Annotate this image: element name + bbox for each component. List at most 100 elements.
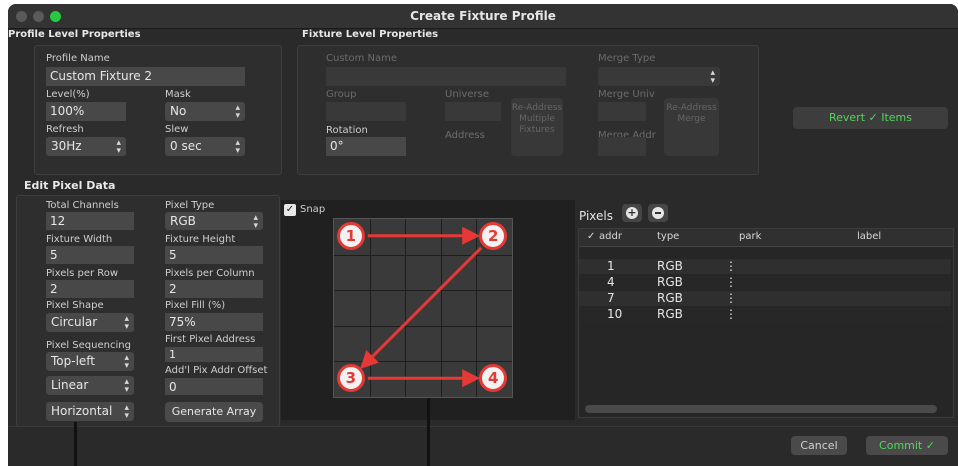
type-cell: RGB xyxy=(657,275,683,289)
snap-text: Snap xyxy=(300,204,326,215)
address-field[interactable] xyxy=(445,137,501,156)
cancel-button[interactable]: Cancel xyxy=(791,436,847,455)
table-row[interactable]: 1 RGB ⋮ xyxy=(579,259,951,274)
col-type[interactable]: type xyxy=(657,231,679,242)
level-field[interactable]: 100% xyxy=(46,102,126,121)
up-down-chevron-icon: ▴ ▾ xyxy=(253,213,258,231)
type-cell: RGB xyxy=(657,259,683,273)
pixels-title: Pixels xyxy=(579,209,614,223)
refresh-value: 30Hz xyxy=(51,139,82,153)
sequencing-mode-value: Linear xyxy=(51,378,89,392)
group-label: Group xyxy=(326,89,357,100)
commit-button[interactable]: Commit ✓ xyxy=(866,436,948,455)
snap-check-icon: ✓ xyxy=(284,204,296,216)
pixel-badge-2[interactable]: 2 xyxy=(479,221,508,250)
pixels-per-column-field[interactable]: 2 xyxy=(165,280,263,298)
fixture-height-field[interactable]: 5 xyxy=(165,246,263,264)
merge-univ-field[interactable] xyxy=(598,102,646,121)
pixel-type-select[interactable]: RGB ▴ ▾ xyxy=(165,212,263,231)
rotation-field[interactable]: 0° xyxy=(326,137,406,156)
readdress-multiple-button[interactable]: Re-Address Multiple Fixtures xyxy=(511,98,563,156)
add-pixel-button[interactable]: + xyxy=(622,204,642,222)
pixels-table: ✓ addr type park label 1 RGB ⋮ 4 RGB ⋮ 7 RGB ⋮ 10… xyxy=(578,228,954,418)
pixels-table-header: ✓ addr type park label xyxy=(579,229,953,247)
mask-value: No xyxy=(170,104,187,118)
create-fixture-profile-window: Create Fixture Profile Profile Level Pro… xyxy=(8,4,958,466)
plus-circle-icon: + xyxy=(626,206,638,219)
type-cell: RGB xyxy=(657,307,683,321)
table-row[interactable]: 10 RGB ⋮ xyxy=(579,307,951,322)
revert-items-label: Revert ✓ Items xyxy=(828,111,912,124)
col-check[interactable]: ✓ xyxy=(587,231,595,242)
mask-label: Mask xyxy=(165,89,191,100)
up-down-chevron-icon: ▴ ▾ xyxy=(235,138,240,156)
fixture-height-label: Fixture Height xyxy=(165,234,236,245)
total-channels-field[interactable]: 12 xyxy=(46,212,134,230)
merge-addr-field[interactable] xyxy=(598,137,646,156)
type-stepper-icon[interactable]: ⋮ xyxy=(725,291,737,305)
up-down-chevron-icon: ▴ ▾ xyxy=(116,138,121,156)
pixel-shape-value: Circular xyxy=(51,315,98,329)
col-addr[interactable]: addr xyxy=(599,231,622,242)
type-cell: RGB xyxy=(657,291,683,305)
pixel-badge-4[interactable]: 4 xyxy=(479,364,508,393)
pixel-badge-1[interactable]: 1 xyxy=(336,221,365,250)
addr-cell: 10 xyxy=(607,307,623,321)
up-down-chevron-icon: ▴ ▾ xyxy=(124,353,129,371)
slew-select[interactable]: 0 sec ▴ ▾ xyxy=(165,137,245,156)
group-field[interactable] xyxy=(326,102,406,121)
addl-offset-field[interactable]: 0 xyxy=(165,378,263,395)
pixel-fill-field[interactable]: 75% xyxy=(165,313,263,331)
mask-select[interactable]: No ▴ ▾ xyxy=(165,102,245,121)
pixel-sequencing-select[interactable]: Top-left ▴ ▾ xyxy=(46,352,134,371)
edit-pixel-data-title: Edit Pixel Data xyxy=(24,179,116,192)
up-down-chevron-icon: ▴ ▾ xyxy=(235,103,240,121)
profile-name-field[interactable]: Custom Fixture 2 xyxy=(46,67,245,86)
refresh-select[interactable]: 30Hz ▴ ▾ xyxy=(46,137,126,156)
total-channels-label: Total Channels xyxy=(46,200,119,211)
addr-cell: 7 xyxy=(607,291,615,305)
type-stepper-icon[interactable]: ⋮ xyxy=(725,307,737,321)
table-row[interactable]: 7 RGB ⋮ xyxy=(579,291,951,306)
merge-type-label: Merge Type xyxy=(598,53,656,64)
col-label[interactable]: label xyxy=(857,231,881,242)
fixture-width-field[interactable]: 5 xyxy=(46,246,134,264)
pixel-badges: 1 2 3 4 xyxy=(333,218,513,398)
annotation-pointer-center xyxy=(427,398,430,466)
revert-items-button[interactable]: Revert ✓ Items xyxy=(793,107,948,129)
profile-level-title: Profile Level Properties xyxy=(8,29,141,40)
universe-label: Universe xyxy=(445,89,489,100)
custom-name-field[interactable] xyxy=(326,67,566,86)
horizontal-scrollbar[interactable] xyxy=(585,405,937,413)
pixel-badge-3[interactable]: 3 xyxy=(336,364,365,393)
pixel-sequencing-value: Top-left xyxy=(51,354,96,368)
up-down-chevron-icon: ▴ ▾ xyxy=(124,314,129,332)
col-park[interactable]: park xyxy=(739,231,761,242)
up-down-chevron-icon: ▴ ▾ xyxy=(710,68,715,86)
remove-pixel-button[interactable] xyxy=(648,204,668,222)
readdress-merge-button[interactable]: Re-Address Merge xyxy=(664,98,719,156)
pixel-shape-select[interactable]: Circular ▴ ▾ xyxy=(46,313,134,332)
pixels-per-column-label: Pixels per Column xyxy=(165,268,255,279)
pixels-per-row-field[interactable]: 2 xyxy=(46,280,134,298)
merge-type-select[interactable]: ▴ ▾ xyxy=(598,67,720,86)
addr-cell: 4 xyxy=(607,275,615,289)
refresh-label: Refresh xyxy=(46,124,84,135)
pixel-shape-label: Pixel Shape xyxy=(46,300,104,311)
footer-divider xyxy=(8,426,958,427)
type-stepper-icon[interactable]: ⋮ xyxy=(725,275,737,289)
sequencing-mode-select[interactable]: Linear ▴ ▾ xyxy=(46,376,134,395)
pixel-fill-label: Pixel Fill (%) xyxy=(165,300,226,311)
up-down-chevron-icon: ▴ ▾ xyxy=(124,377,129,395)
rotation-label: Rotation xyxy=(326,125,368,136)
profile-name-label: Profile Name xyxy=(46,53,110,64)
addl-offset-label: Add'l Pix Addr Offset xyxy=(165,365,268,376)
commit-label: Commit ✓ xyxy=(879,439,935,452)
type-stepper-icon[interactable]: ⋮ xyxy=(725,259,737,273)
universe-field[interactable] xyxy=(445,102,501,121)
generate-array-button[interactable]: Generate Array xyxy=(165,402,263,422)
direction-select[interactable]: Horizontal ▴ ▾ xyxy=(46,402,134,421)
first-pixel-address-field[interactable]: 1 xyxy=(165,347,263,362)
level-label: Level(%) xyxy=(46,89,90,100)
table-row[interactable]: 4 RGB ⋮ xyxy=(579,275,951,290)
